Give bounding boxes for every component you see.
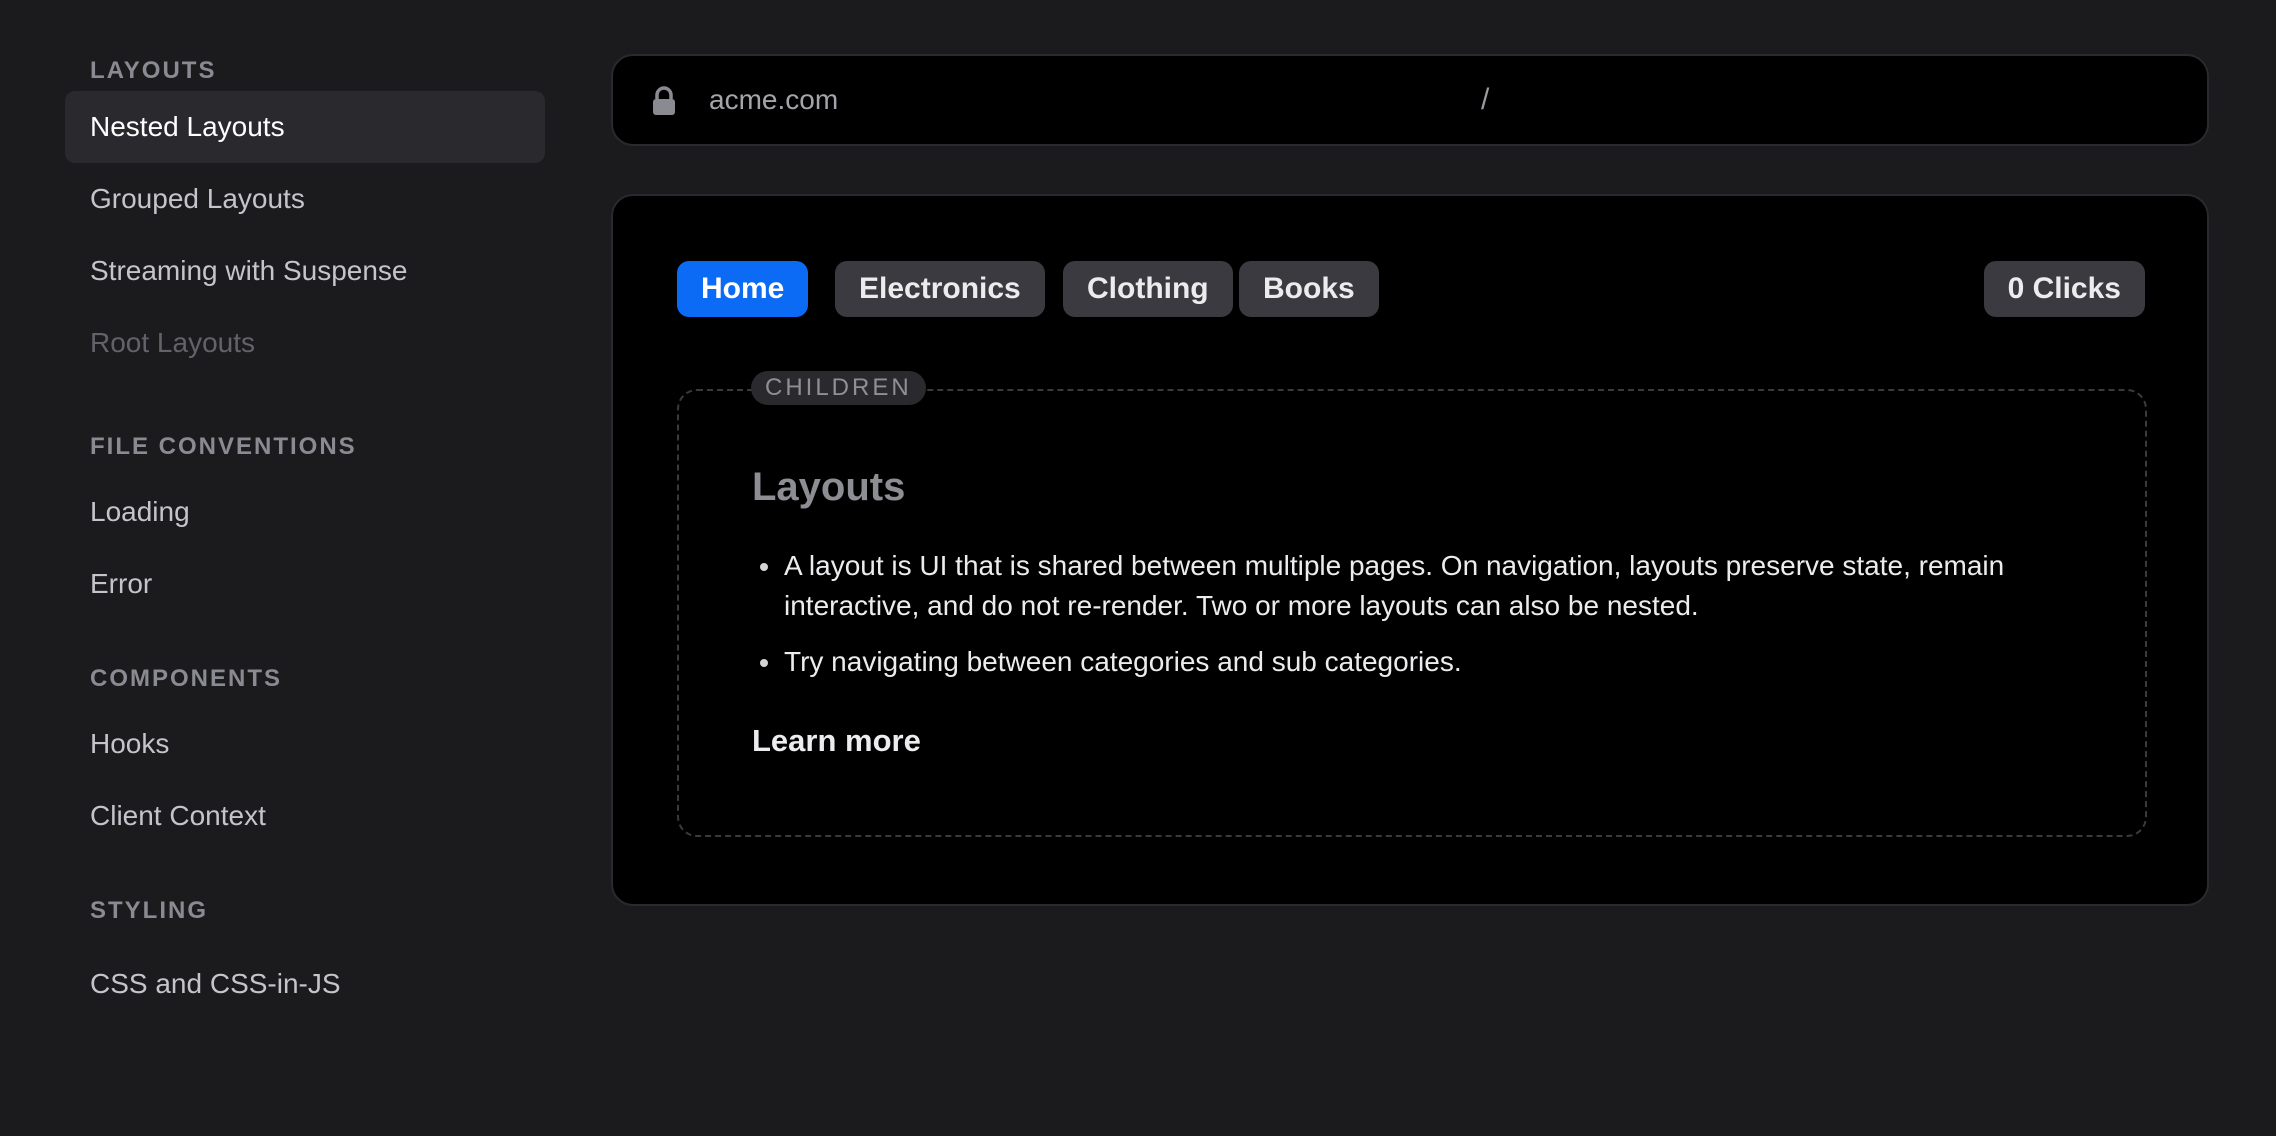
tab-home[interactable]: Home — [677, 261, 809, 317]
sidebar-item-grouped-layouts[interactable]: Grouped Layouts — [65, 163, 545, 235]
list-item: A layout is UI that is shared between mu… — [752, 546, 2112, 626]
tab-books[interactable]: Books — [1239, 261, 1379, 317]
sidebar-section-title: FILE CONVENTIONS — [90, 433, 357, 460]
clicks-counter-button[interactable]: 0 Clicks — [1983, 261, 2145, 317]
lock-icon — [651, 86, 677, 116]
sidebar: LAYOUTS Nested Layouts Grouped Layouts S… — [0, 0, 560, 1136]
sidebar-section-components: COMPONENTS Hooks Client Context — [65, 662, 545, 852]
sidebar-item-client-context[interactable]: Client Context — [65, 780, 545, 852]
page-title: Layouts — [752, 465, 906, 509]
address-bar[interactable]: acme.com / — [611, 54, 2209, 146]
sidebar-item-loading[interactable]: Loading — [65, 476, 545, 548]
tab-clothing[interactable]: Clothing — [1063, 261, 1233, 317]
sidebar-section-title: STYLING — [90, 897, 209, 924]
sidebar-item-error[interactable]: Error — [65, 548, 545, 620]
list-item: Try navigating between categories and su… — [752, 642, 2112, 682]
address-path-separator: / — [1481, 83, 1490, 116]
children-container: CHILDREN Layouts A layout is UI that is … — [677, 371, 2147, 837]
children-label: CHILDREN — [751, 371, 926, 405]
sidebar-item-nested-layouts[interactable]: Nested Layouts — [65, 91, 545, 163]
sidebar-section-title: COMPONENTS — [90, 665, 283, 692]
description-list: A layout is UI that is shared between mu… — [752, 546, 2112, 698]
sidebar-item-css-and-css-in-js[interactable]: CSS and CSS-in-JS — [65, 948, 545, 1020]
tab-electronics[interactable]: Electronics — [835, 261, 1045, 317]
sidebar-item-streaming-with-suspense[interactable]: Streaming with Suspense — [65, 235, 545, 307]
sidebar-section-layouts: LAYOUTS Nested Layouts Grouped Layouts S… — [65, 54, 545, 379]
sidebar-item-root-layouts[interactable]: Root Layouts — [65, 307, 545, 379]
sidebar-section-styling: STYLING CSS and CSS-in-JS — [65, 894, 545, 1020]
sidebar-item-hooks[interactable]: Hooks — [65, 708, 545, 780]
sidebar-section-title: LAYOUTS — [90, 57, 217, 84]
address-domain: acme.com — [709, 84, 839, 115]
learn-more-link[interactable]: Learn more — [752, 723, 921, 759]
layout-panel: Home Electronics Clothing Books 0 Clicks… — [611, 194, 2209, 906]
sidebar-section-file-conventions: FILE CONVENTIONS Loading Error — [65, 430, 545, 620]
